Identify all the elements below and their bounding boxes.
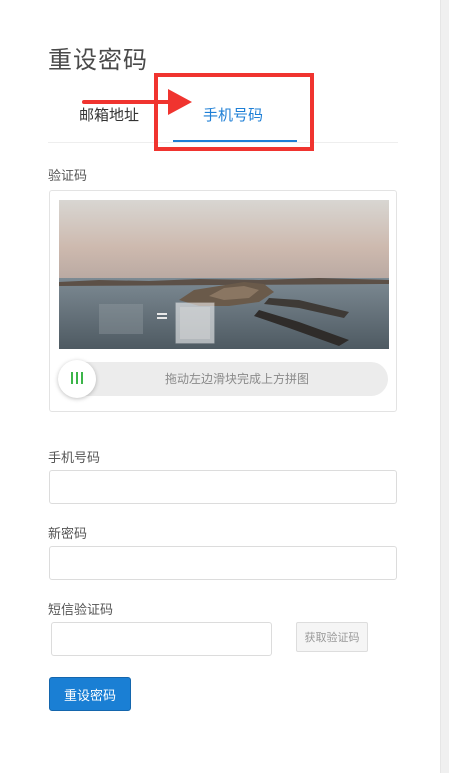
page-scroll-edge xyxy=(440,0,449,773)
arrow-right-icon xyxy=(82,89,192,115)
sms-code-input[interactable] xyxy=(51,622,272,656)
captcha-puzzle-image xyxy=(59,200,389,349)
sms-code-label: 短信验证码 xyxy=(48,603,114,618)
slider-instruction: 拖动左边滑块完成上方拼图 xyxy=(164,372,309,386)
phone-label: 手机号码 xyxy=(48,451,101,466)
phone-input[interactable] xyxy=(49,470,397,504)
slider-track[interactable]: 拖动左边滑块完成上方拼图 xyxy=(58,360,388,398)
reset-password-button[interactable]: 重设密码 xyxy=(49,677,131,711)
get-sms-code-button[interactable]: 获取验证码 xyxy=(296,622,368,652)
new-password-label: 新密码 xyxy=(48,527,88,542)
slider-handle[interactable] xyxy=(58,360,96,398)
three-bars-icon xyxy=(71,372,83,384)
captcha-label: 验证码 xyxy=(48,169,88,184)
captcha-panel: 拖动左边滑块完成上方拼图 xyxy=(49,190,397,412)
page-title: 重设密码 xyxy=(48,46,148,74)
new-password-input[interactable] xyxy=(49,546,397,580)
